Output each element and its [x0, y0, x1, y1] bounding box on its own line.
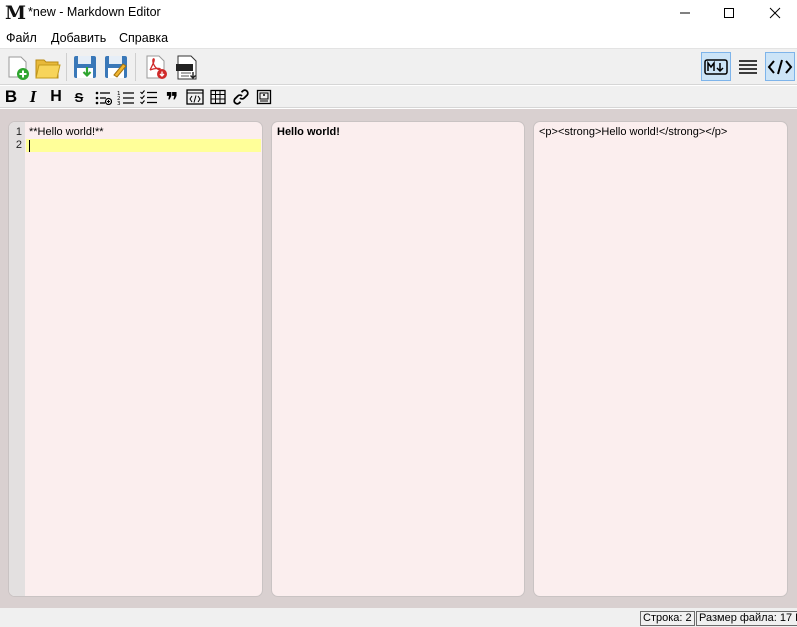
quote-icon: ❞: [165, 88, 179, 113]
menu-file[interactable]: Файл: [6, 31, 37, 45]
html-view-button[interactable]: [765, 52, 795, 81]
workspace: 1 2 **Hello world!** Hello world! <p><st…: [0, 109, 797, 608]
status-line: Строка: 2: [640, 611, 695, 626]
quote-button[interactable]: ❞: [162, 87, 182, 112]
status-bar: Строка: 2 Размер файла: 17 Б: [0, 608, 797, 627]
export-html-icon: [176, 55, 197, 80]
preview-view-icon: [739, 59, 757, 74]
minimize-button[interactable]: [662, 0, 708, 26]
menu-bar: Файл Добавить Справка: [0, 28, 797, 48]
menu-add[interactable]: Добавить: [51, 31, 106, 45]
html-view-icon: [767, 59, 793, 74]
main-toolbar: [0, 48, 797, 85]
html-source-pane[interactable]: <p><strong>Hello world!</strong></p>: [533, 121, 788, 597]
line-number: 2: [15, 139, 22, 151]
maximize-button[interactable]: [706, 0, 752, 26]
html-source-text: <p><strong>Hello world!</strong></p>: [539, 126, 728, 138]
line-number-gutter: 1 2: [9, 122, 25, 596]
toolbar-separator: [66, 53, 67, 81]
app-logo-icon: M: [5, 2, 27, 24]
strikethrough-button[interactable]: S: [69, 87, 89, 107]
export-html-button[interactable]: [173, 53, 201, 81]
line-number: 1: [15, 126, 22, 138]
current-line-highlight: [26, 139, 261, 152]
insert-list-button[interactable]: [93, 87, 113, 107]
open-folder-button[interactable]: [34, 53, 62, 81]
new-file-button[interactable]: [5, 53, 33, 81]
save-as-icon: [105, 56, 127, 78]
task-list-button[interactable]: [139, 87, 159, 107]
menu-help[interactable]: Справка: [119, 31, 168, 45]
link-icon: [233, 89, 249, 105]
save-icon: [74, 56, 96, 78]
save-button[interactable]: [71, 53, 99, 81]
toolbar-separator: [135, 53, 136, 81]
editor-line: **Hello world!**: [29, 126, 104, 138]
save-as-button[interactable]: [102, 53, 130, 81]
status-file-size: Размер файла: 17 Б: [696, 611, 797, 626]
preview-view-button[interactable]: [733, 52, 763, 81]
heading-button[interactable]: H: [46, 87, 66, 107]
markdown-view-button[interactable]: [701, 52, 731, 81]
svg-text:3: 3: [117, 101, 121, 105]
window-title: *new - Markdown Editor: [28, 5, 161, 19]
code-block-icon: [186, 89, 204, 105]
preview-pane: Hello world!: [271, 121, 525, 597]
table-button[interactable]: [208, 87, 228, 107]
image-button[interactable]: [254, 87, 274, 107]
code-block-button[interactable]: [185, 87, 205, 107]
open-folder-icon: [35, 59, 61, 79]
title-bar: M *new - Markdown Editor: [0, 0, 797, 26]
minimize-icon: [680, 12, 690, 14]
preview-strong-text: Hello world!: [277, 126, 340, 138]
italic-button[interactable]: I: [23, 87, 43, 107]
link-button[interactable]: [231, 87, 251, 107]
bold-button[interactable]: B: [1, 87, 21, 107]
close-icon: [769, 7, 781, 19]
numbered-list-icon: 1 2 3: [117, 91, 134, 105]
markdown-view-icon: [704, 58, 728, 75]
numbered-list-button[interactable]: 1 2 3: [116, 87, 136, 107]
image-icon: [256, 89, 272, 105]
table-icon: [210, 89, 226, 105]
bullet-list-icon: [95, 91, 112, 105]
format-toolbar: B I H S 1 2 3 ❞: [0, 86, 797, 112]
text-caret: [29, 140, 30, 152]
markdown-editor[interactable]: 1 2 **Hello world!**: [8, 121, 263, 597]
maximize-icon: [724, 8, 734, 18]
checklist-icon: [140, 90, 157, 105]
export-pdf-icon: [146, 55, 167, 79]
new-file-icon: [8, 56, 29, 80]
close-button[interactable]: [752, 0, 797, 26]
export-pdf-button[interactable]: [142, 53, 170, 81]
